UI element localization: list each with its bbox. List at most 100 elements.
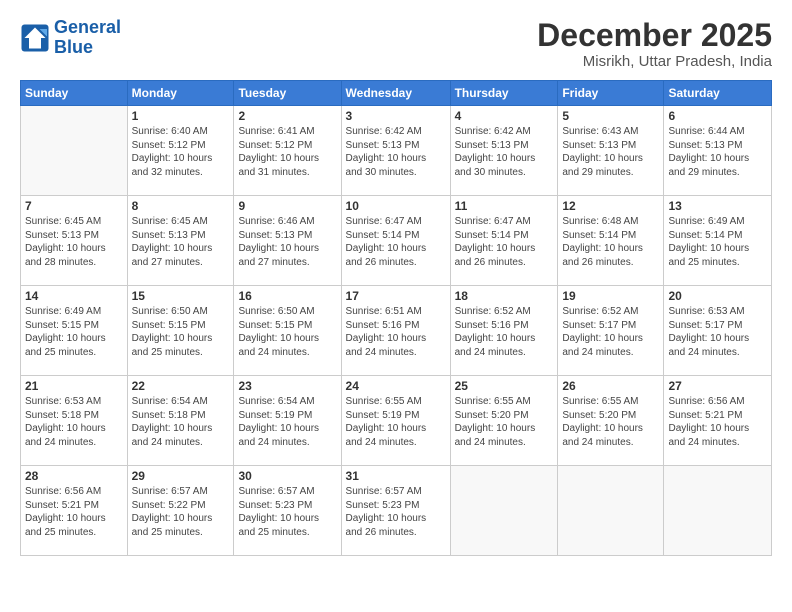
day-info: Sunrise: 6:52 AM Sunset: 5:16 PM Dayligh… — [455, 305, 554, 359]
day-number: 30 — [238, 469, 336, 483]
day-number: 12 — [562, 199, 659, 213]
day-number: 21 — [25, 379, 123, 393]
day-info: Sunrise: 6:53 AM Sunset: 5:18 PM Dayligh… — [25, 395, 123, 449]
calendar-weekday-thursday: Thursday — [450, 81, 558, 106]
day-number: 23 — [238, 379, 336, 393]
day-info: Sunrise: 6:53 AM Sunset: 5:17 PM Dayligh… — [668, 305, 767, 359]
calendar-cell: 8 Sunrise: 6:45 AM Sunset: 5:13 PM Daylig… — [127, 196, 234, 286]
day-number: 9 — [238, 199, 336, 213]
calendar-cell: 27 Sunrise: 6:56 AM Sunset: 5:21 PM Dayli… — [664, 376, 772, 466]
calendar-cell: 22 Sunrise: 6:54 AM Sunset: 5:18 PM Dayli… — [127, 376, 234, 466]
day-number: 1 — [132, 109, 230, 123]
calendar-cell: 13 Sunrise: 6:49 AM Sunset: 5:14 PM Dayli… — [664, 196, 772, 286]
day-number: 14 — [25, 289, 123, 303]
day-info: Sunrise: 6:40 AM Sunset: 5:12 PM Dayligh… — [132, 125, 230, 179]
day-number: 24 — [346, 379, 446, 393]
calendar-cell: 19 Sunrise: 6:52 AM Sunset: 5:17 PM Dayli… — [558, 286, 664, 376]
calendar-cell: 7 Sunrise: 6:45 AM Sunset: 5:13 PM Daylig… — [21, 196, 128, 286]
day-number: 7 — [25, 199, 123, 213]
day-info: Sunrise: 6:50 AM Sunset: 5:15 PM Dayligh… — [238, 305, 336, 359]
day-info: Sunrise: 6:47 AM Sunset: 5:14 PM Dayligh… — [455, 215, 554, 269]
calendar-cell: 29 Sunrise: 6:57 AM Sunset: 5:22 PM Dayli… — [127, 466, 234, 556]
calendar-weekday-wednesday: Wednesday — [341, 81, 450, 106]
calendar-cell: 31 Sunrise: 6:57 AM Sunset: 5:23 PM Dayli… — [341, 466, 450, 556]
calendar-cell: 30Sunrise: 6:57 AM Sunset: 5:23 PM Dayli… — [234, 466, 341, 556]
day-number: 26 — [562, 379, 659, 393]
calendar-week-row: 1 Sunrise: 6:40 AM Sunset: 5:12 PM Daylig… — [21, 106, 772, 196]
day-number: 28 — [25, 469, 123, 483]
calendar-cell: 14 Sunrise: 6:49 AM Sunset: 5:15 PM Dayli… — [21, 286, 128, 376]
day-number: 8 — [132, 199, 230, 213]
calendar-weekday-friday: Friday — [558, 81, 664, 106]
day-info: Sunrise: 6:43 AM Sunset: 5:13 PM Dayligh… — [562, 125, 659, 179]
day-info: Sunrise: 6:55 AM Sunset: 5:20 PM Dayligh… — [455, 395, 554, 449]
day-number: 6 — [668, 109, 767, 123]
calendar-cell: 15Sunrise: 6:50 AM Sunset: 5:15 PM Dayli… — [127, 286, 234, 376]
day-number: 18 — [455, 289, 554, 303]
day-number: 20 — [668, 289, 767, 303]
calendar-week-row: 7 Sunrise: 6:45 AM Sunset: 5:13 PM Daylig… — [21, 196, 772, 286]
header: General Blue December 2025 Misrikh, Utta… — [20, 18, 772, 70]
day-number: 5 — [562, 109, 659, 123]
calendar-week-row: 14 Sunrise: 6:49 AM Sunset: 5:15 PM Dayli… — [21, 286, 772, 376]
calendar-cell — [21, 106, 128, 196]
day-info: Sunrise: 6:45 AM Sunset: 5:13 PM Dayligh… — [132, 215, 230, 269]
day-number: 16 — [238, 289, 336, 303]
day-number: 3 — [346, 109, 446, 123]
calendar-cell: 25 Sunrise: 6:55 AM Sunset: 5:20 PM Dayli… — [450, 376, 558, 466]
calendar-week-row: 28 Sunrise: 6:56 AM Sunset: 5:21 PM Dayli… — [21, 466, 772, 556]
calendar-cell: 18 Sunrise: 6:52 AM Sunset: 5:16 PM Dayli… — [450, 286, 558, 376]
day-number: 29 — [132, 469, 230, 483]
calendar-cell: 5 Sunrise: 6:43 AM Sunset: 5:13 PM Daylig… — [558, 106, 664, 196]
calendar-cell: 12 Sunrise: 6:48 AM Sunset: 5:14 PM Dayli… — [558, 196, 664, 286]
calendar-cell: 23 Sunrise: 6:54 AM Sunset: 5:19 PM Dayli… — [234, 376, 341, 466]
logo-text: General Blue — [54, 18, 121, 58]
calendar-cell — [664, 466, 772, 556]
day-info: Sunrise: 6:54 AM Sunset: 5:19 PM Dayligh… — [238, 395, 336, 449]
title-block: December 2025 Misrikh, Uttar Pradesh, In… — [537, 18, 772, 70]
calendar-cell: 26 Sunrise: 6:55 AM Sunset: 5:20 PM Dayli… — [558, 376, 664, 466]
calendar-cell: 6Sunrise: 6:44 AM Sunset: 5:13 PM Daylig… — [664, 106, 772, 196]
day-info: Sunrise: 6:57 AM Sunset: 5:22 PM Dayligh… — [132, 485, 230, 539]
calendar-cell: 4Sunrise: 6:42 AM Sunset: 5:13 PM Daylig… — [450, 106, 558, 196]
day-info: Sunrise: 6:49 AM Sunset: 5:15 PM Dayligh… — [25, 305, 123, 359]
day-number: 13 — [668, 199, 767, 213]
day-info: Sunrise: 6:48 AM Sunset: 5:14 PM Dayligh… — [562, 215, 659, 269]
logo-icon — [20, 23, 50, 53]
calendar-cell: 17 Sunrise: 6:51 AM Sunset: 5:16 PM Dayli… — [341, 286, 450, 376]
calendar-weekday-tuesday: Tuesday — [234, 81, 341, 106]
calendar-cell: 11Sunrise: 6:47 AM Sunset: 5:14 PM Dayli… — [450, 196, 558, 286]
day-info: Sunrise: 6:52 AM Sunset: 5:17 PM Dayligh… — [562, 305, 659, 359]
day-number: 19 — [562, 289, 659, 303]
day-info: Sunrise: 6:55 AM Sunset: 5:19 PM Dayligh… — [346, 395, 446, 449]
calendar-cell: 28 Sunrise: 6:56 AM Sunset: 5:21 PM Dayli… — [21, 466, 128, 556]
day-number: 17 — [346, 289, 446, 303]
calendar-cell: 1 Sunrise: 6:40 AM Sunset: 5:12 PM Daylig… — [127, 106, 234, 196]
page: General Blue December 2025 Misrikh, Utta… — [0, 0, 792, 612]
day-number: 31 — [346, 469, 446, 483]
calendar-week-row: 21 Sunrise: 6:53 AM Sunset: 5:18 PM Dayli… — [21, 376, 772, 466]
day-info: Sunrise: 6:45 AM Sunset: 5:13 PM Dayligh… — [25, 215, 123, 269]
day-info: Sunrise: 6:55 AM Sunset: 5:20 PM Dayligh… — [562, 395, 659, 449]
day-info: Sunrise: 6:42 AM Sunset: 5:13 PM Dayligh… — [346, 125, 446, 179]
day-number: 2 — [238, 109, 336, 123]
day-number: 22 — [132, 379, 230, 393]
day-info: Sunrise: 6:54 AM Sunset: 5:18 PM Dayligh… — [132, 395, 230, 449]
day-info: Sunrise: 6:47 AM Sunset: 5:14 PM Dayligh… — [346, 215, 446, 269]
calendar-weekday-saturday: Saturday — [664, 81, 772, 106]
day-info: Sunrise: 6:49 AM Sunset: 5:14 PM Dayligh… — [668, 215, 767, 269]
day-number: 27 — [668, 379, 767, 393]
day-info: Sunrise: 6:46 AM Sunset: 5:13 PM Dayligh… — [238, 215, 336, 269]
day-info: Sunrise: 6:56 AM Sunset: 5:21 PM Dayligh… — [25, 485, 123, 539]
day-number: 25 — [455, 379, 554, 393]
calendar-cell: 2 Sunrise: 6:41 AM Sunset: 5:12 PM Daylig… — [234, 106, 341, 196]
day-info: Sunrise: 6:56 AM Sunset: 5:21 PM Dayligh… — [668, 395, 767, 449]
day-info: Sunrise: 6:51 AM Sunset: 5:16 PM Dayligh… — [346, 305, 446, 359]
calendar-cell — [450, 466, 558, 556]
calendar-cell: 10 Sunrise: 6:47 AM Sunset: 5:14 PM Dayli… — [341, 196, 450, 286]
calendar-cell: 21 Sunrise: 6:53 AM Sunset: 5:18 PM Dayli… — [21, 376, 128, 466]
day-number: 10 — [346, 199, 446, 213]
day-info: Sunrise: 6:57 AM Sunset: 5:23 PM Dayligh… — [346, 485, 446, 539]
day-number: 15 — [132, 289, 230, 303]
day-info: Sunrise: 6:41 AM Sunset: 5:12 PM Dayligh… — [238, 125, 336, 179]
